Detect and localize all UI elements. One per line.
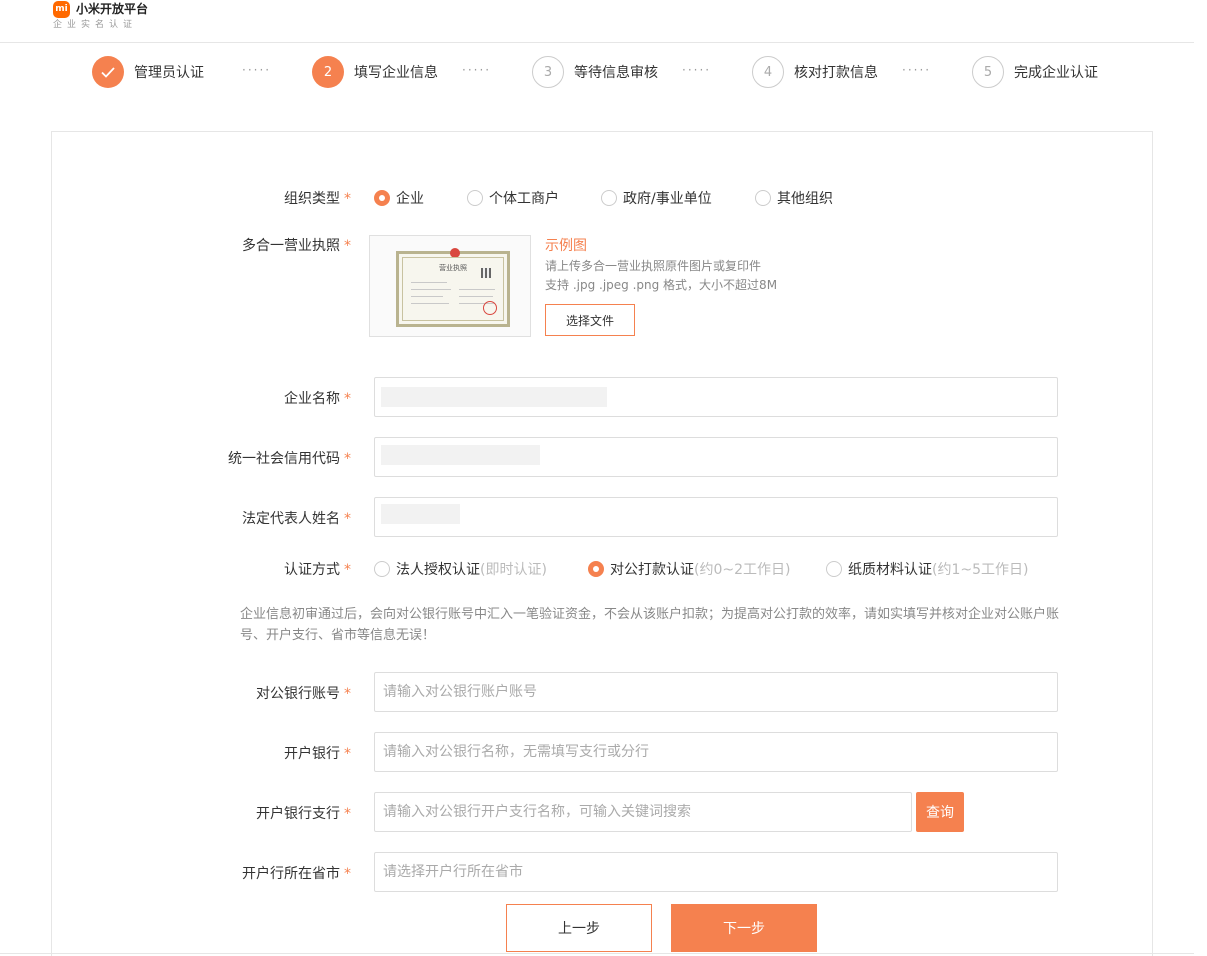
radio-checked-icon — [374, 190, 390, 206]
radio-unchecked-icon — [826, 561, 842, 577]
step-separator: ····· — [902, 63, 932, 77]
upload-hint-line2: 支持 .jpg .jpeg .png 格式，大小不超过8M — [545, 278, 778, 292]
legal-rep-label: 法定代表人姓名 * — [242, 511, 351, 527]
step-complete: 5 完成企业认证 — [972, 56, 1098, 88]
auth-method-radio-group: 法人授权认证 (即时认证) 对公打款认证 (约0~2工作日) 纸质材料认证 (约1~5… — [374, 559, 1028, 579]
license-certificate-image: 营业执照 — [396, 248, 510, 327]
bank-name-label: 开户银行 * — [284, 746, 351, 762]
brand-subtitle: 企业实名认证 — [53, 20, 138, 30]
radio-legal-authorization[interactable]: 法人授权认证 (即时认证) — [374, 559, 588, 579]
license-label: 多合一营业执照 * — [242, 238, 351, 254]
qr-code-icon — [481, 268, 491, 278]
bank-city-label: 开户行所在省市 * — [242, 866, 351, 882]
mi-logo-icon[interactable]: mi — [53, 1, 70, 18]
form-card — [51, 131, 1153, 956]
radio-government[interactable]: 政府/事业单位 — [601, 188, 755, 208]
bank-city-select[interactable] — [374, 852, 1058, 892]
previous-step-button[interactable]: 上一步 — [506, 904, 652, 952]
step-separator: ····· — [462, 63, 492, 77]
top-header: mi 小米开放平台 企业实名认证 — [0, 0, 1194, 43]
radio-checked-icon — [588, 561, 604, 577]
step-label: 等待信息审核 — [574, 65, 658, 81]
step-number: 2 — [312, 56, 344, 88]
stamp-icon — [483, 301, 497, 315]
footer-divider — [0, 953, 1194, 954]
query-button[interactable]: 查询 — [916, 792, 964, 832]
sample-image-title[interactable]: 示例图 — [545, 235, 587, 255]
bank-branch-label: 开户银行支行 * — [256, 806, 351, 822]
bank-account-input[interactable] — [374, 672, 1058, 712]
radio-unchecked-icon — [374, 561, 390, 577]
bank-account-label: 对公银行账号 * — [256, 686, 351, 702]
step-number: 3 — [532, 56, 564, 88]
step-wait-review: 3 等待信息审核 — [532, 56, 658, 88]
step-label: 核对打款信息 — [794, 65, 878, 81]
upload-hint-line1: 请上传多合一营业执照原件图片或复印件 — [545, 259, 762, 273]
radio-corporate-transfer[interactable]: 对公打款认证 (约0~2工作日) — [588, 559, 826, 579]
company-name-label: 企业名称 * — [284, 391, 351, 407]
radio-unchecked-icon — [467, 190, 483, 206]
redacted-value — [381, 504, 460, 524]
checkmark-icon — [92, 56, 124, 88]
legal-rep-input[interactable] — [374, 497, 1058, 537]
radio-individual-business[interactable]: 个体工商户 — [467, 188, 601, 208]
license-sample-image[interactable]: 营业执照 — [369, 235, 531, 337]
radio-unchecked-icon — [755, 190, 771, 206]
next-step-button[interactable]: 下一步 — [671, 904, 817, 952]
brand-name[interactable]: 小米开放平台 — [76, 1, 148, 17]
credit-code-label: 统一社会信用代码 * — [228, 451, 351, 467]
org-type-radio-group: 企业 个体工商户 政府/事业单位 其他组织 — [374, 188, 833, 208]
step-label: 管理员认证 — [134, 65, 204, 81]
step-verify-payment: 4 核对打款信息 — [752, 56, 878, 88]
choose-file-button[interactable]: 选择文件 — [545, 304, 635, 336]
step-separator: ····· — [682, 63, 712, 77]
step-number: 5 — [972, 56, 1004, 88]
redacted-value — [381, 387, 607, 407]
step-label: 完成企业认证 — [1014, 65, 1098, 81]
bank-branch-input[interactable] — [374, 792, 912, 832]
step-separator: ····· — [242, 63, 272, 77]
step-number: 4 — [752, 56, 784, 88]
step-label: 填写企业信息 — [354, 65, 438, 81]
auth-method-label: 认证方式 * — [284, 562, 351, 578]
radio-unchecked-icon — [601, 190, 617, 206]
step-fill-company-info: 2 填写企业信息 — [312, 56, 438, 88]
radio-paper-materials[interactable]: 纸质材料认证 (约1~5工作日) — [826, 559, 1028, 579]
radio-company[interactable]: 企业 — [374, 188, 467, 208]
redacted-value — [381, 445, 540, 465]
transfer-notice: 企业信息初审通过后，会向对公银行账号中汇入一笔验证资金，不会从该账户扣款；为提高… — [240, 607, 1060, 643]
bank-name-input[interactable] — [374, 732, 1058, 772]
org-type-label: 组织类型 * — [284, 191, 351, 207]
radio-other-org[interactable]: 其他组织 — [755, 188, 833, 208]
step-admin-auth: 管理员认证 — [92, 56, 204, 88]
